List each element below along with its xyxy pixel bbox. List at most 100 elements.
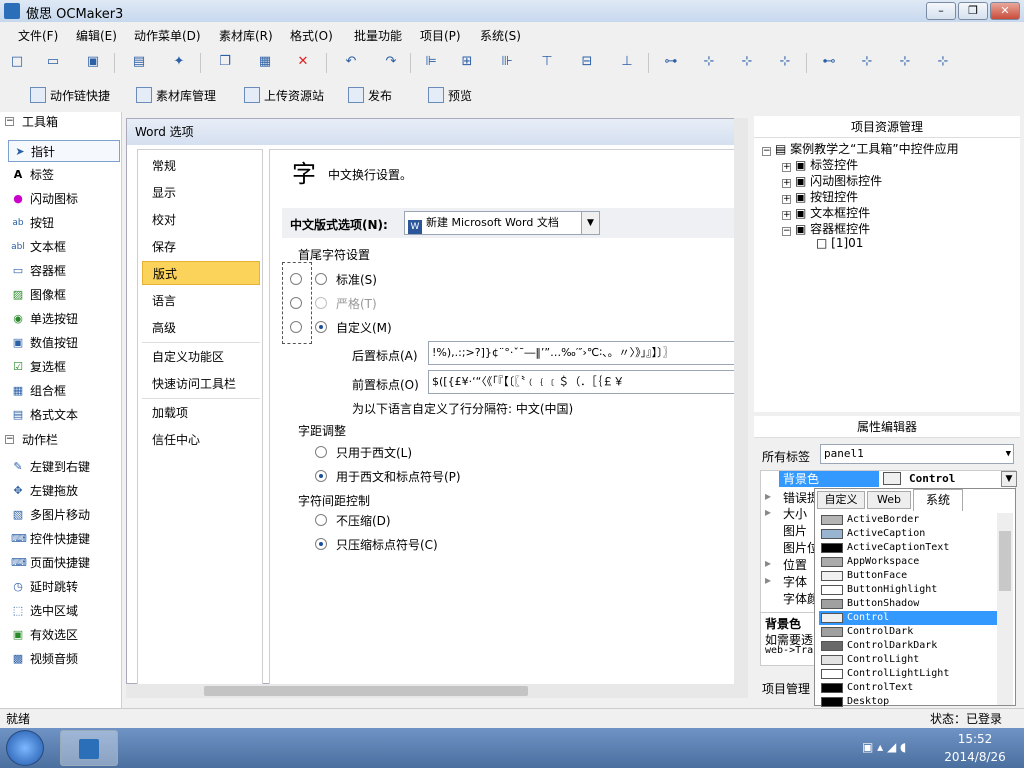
- upload-button[interactable]: 上传资源站: [244, 86, 324, 106]
- v-remove-icon[interactable]: ⊹: [934, 53, 952, 71]
- prop-name[interactable]: 位置: [783, 556, 807, 573]
- menu-action[interactable]: 动作菜单(D): [134, 27, 201, 44]
- radio-compress-punct[interactable]: [315, 538, 327, 550]
- same-height-icon[interactable]: ⊷: [820, 53, 838, 71]
- document-select[interactable]: W 新建 Microsoft Word 文档 ▼: [404, 211, 600, 235]
- nav-trust-center[interactable]: 信任中心: [142, 428, 260, 452]
- radio-standard[interactable]: [315, 273, 327, 285]
- radio-strict[interactable]: [315, 297, 327, 309]
- action-item-select-area[interactable]: ⬚ 选中区域: [0, 600, 122, 622]
- tree-node[interactable]: + ▣ 文本框控件: [782, 204, 870, 221]
- toolbox-item-checkbox[interactable]: ☑ 复选框: [0, 356, 122, 378]
- tree-node[interactable]: − ▣ 容器框控件: [782, 220, 870, 237]
- tag-select[interactable]: panel1 ▼: [820, 444, 1014, 464]
- action-item-drag-drop[interactable]: ✥ 左键拖放: [0, 480, 122, 502]
- h-space-icon[interactable]: ⊹: [700, 53, 718, 71]
- dialog-hscrollbar[interactable]: [126, 684, 748, 698]
- chevron-down-icon[interactable]: ▼: [581, 212, 599, 234]
- toolbox-item-pointer[interactable]: ➤ 指针: [8, 140, 120, 162]
- toolbox-item-image[interactable]: ▨ 图像框: [0, 284, 122, 306]
- nav-general[interactable]: 常规: [142, 154, 260, 178]
- align-left-icon[interactable]: ⊫: [422, 53, 440, 71]
- close-button[interactable]: ✕: [990, 2, 1020, 20]
- expand-icon[interactable]: ▸: [765, 556, 771, 570]
- menu-project[interactable]: 项目(P): [420, 27, 461, 44]
- action-bar-header[interactable]: − 动作栏: [0, 430, 122, 450]
- asset-manager-button[interactable]: 素材库管理: [136, 86, 216, 106]
- open-folder-icon[interactable]: ▭: [44, 53, 62, 71]
- minimize-button[interactable]: –: [926, 2, 956, 20]
- same-width-icon[interactable]: ⊶: [662, 53, 680, 71]
- align-center-icon[interactable]: ⊞: [458, 53, 476, 71]
- color-option[interactable]: AppWorkspace: [819, 555, 997, 569]
- expand-icon[interactable]: ▸: [765, 573, 771, 587]
- tray-icons[interactable]: ▣ ▴ ◢ ◖: [862, 740, 932, 756]
- align-bottom-icon[interactable]: ⊥: [618, 53, 636, 71]
- menu-edit[interactable]: 编辑(E): [76, 27, 117, 44]
- toolbox-item-button[interactable]: ab 按钮: [0, 212, 122, 234]
- tree-root[interactable]: − ▤ 案例教学之“工具箱”中控件应用: [762, 140, 959, 157]
- toolbox-header[interactable]: − 工具箱: [0, 112, 122, 132]
- nav-proofing[interactable]: 校对: [142, 208, 260, 232]
- action-item-control-shortcut[interactable]: ⌨ 控件快捷键: [0, 528, 122, 550]
- toolbox-item-flash-icon[interactable]: ● 闪动图标: [0, 188, 122, 210]
- menu-assets[interactable]: 素材库(R): [219, 27, 273, 44]
- publish-button[interactable]: 发布: [348, 86, 392, 106]
- action-item-delay-jump[interactable]: ◷ 延时跳转: [0, 576, 122, 598]
- color-option[interactable]: Desktop: [819, 695, 997, 707]
- puzzle-icon[interactable]: ✦: [170, 53, 188, 71]
- color-option[interactable]: ButtonHighlight: [819, 583, 997, 597]
- toolbox-item-container[interactable]: ▭ 容器框: [0, 260, 122, 282]
- menu-file[interactable]: 文件(F): [18, 27, 58, 44]
- toolbox-item-richtext[interactable]: ▤ 格式文本: [0, 404, 122, 426]
- align-top-icon[interactable]: ⊤: [538, 53, 556, 71]
- nav-addins[interactable]: 加载项: [142, 401, 260, 425]
- nav-language[interactable]: 语言: [142, 289, 260, 313]
- color-option[interactable]: ButtonShadow: [819, 597, 997, 611]
- action-item-valid-area[interactable]: ▣ 有效选区: [0, 624, 122, 646]
- prop-value-bgcolor[interactable]: Control: [909, 472, 955, 485]
- menu-system[interactable]: 系统(S): [480, 27, 521, 44]
- action-item-left-to-right[interactable]: ✎ 左键到右键: [0, 456, 122, 478]
- maximize-button[interactable]: ❐: [958, 2, 988, 20]
- expand-icon[interactable]: ▸: [765, 505, 771, 519]
- copy-icon[interactable]: ❐: [216, 53, 234, 71]
- nav-typography[interactable]: 版式: [142, 261, 260, 285]
- color-option[interactable]: ActiveBorder: [819, 513, 997, 527]
- color-option[interactable]: ControlDark: [819, 625, 997, 639]
- radio-western-only[interactable]: [315, 446, 327, 458]
- nav-display[interactable]: 显示: [142, 181, 260, 205]
- tab-web[interactable]: Web: [867, 491, 911, 509]
- radio-custom[interactable]: [315, 321, 327, 333]
- prop-name[interactable]: 大小: [783, 505, 807, 522]
- color-option[interactable]: ButtonFace: [819, 569, 997, 583]
- delete-icon[interactable]: ✕: [294, 53, 312, 71]
- expand-icon[interactable]: ▸: [765, 489, 771, 503]
- chevron-down-icon[interactable]: ▼: [1006, 445, 1011, 463]
- color-option[interactable]: ControlLight: [819, 653, 997, 667]
- clock-date[interactable]: 2014/8/26: [940, 750, 1010, 764]
- radio-western-punct[interactable]: [315, 470, 327, 482]
- preview-button[interactable]: 预览: [428, 86, 472, 106]
- action-item-multi-image[interactable]: ▧ 多图片移动: [0, 504, 122, 526]
- nav-customize-ribbon[interactable]: 自定义功能区: [142, 345, 260, 369]
- color-option[interactable]: ControlDarkDark: [819, 639, 997, 653]
- color-option[interactable]: ActiveCaption: [819, 527, 997, 541]
- tab-system[interactable]: 系统: [913, 489, 963, 511]
- radio-no-compress[interactable]: [315, 514, 327, 526]
- tree-leaf[interactable]: □ [1]01: [816, 236, 863, 250]
- menu-format[interactable]: 格式(O): [290, 27, 333, 44]
- dialog-vscrollbar[interactable]: [734, 118, 748, 684]
- paste-icon[interactable]: ▦: [256, 53, 274, 71]
- nav-save[interactable]: 保存: [142, 235, 260, 259]
- color-list-scrollbar[interactable]: [997, 513, 1013, 705]
- clock-time[interactable]: 15:52: [940, 732, 1010, 746]
- v-space-icon[interactable]: ⊹: [858, 53, 876, 71]
- tree-node[interactable]: + ▣ 闪动图标控件: [782, 172, 882, 189]
- action-chain-button[interactable]: 动作链快捷: [30, 86, 110, 106]
- toolbox-item-groupbox[interactable]: ▦ 组合框: [0, 380, 122, 402]
- toolbox-item-numeric[interactable]: ▣ 数值按钮: [0, 332, 122, 354]
- h-remove-icon[interactable]: ⊹: [776, 53, 794, 71]
- action-item-page-shortcut[interactable]: ⌨ 页面快捷键: [0, 552, 122, 574]
- chevron-down-icon[interactable]: ▼: [1001, 471, 1017, 487]
